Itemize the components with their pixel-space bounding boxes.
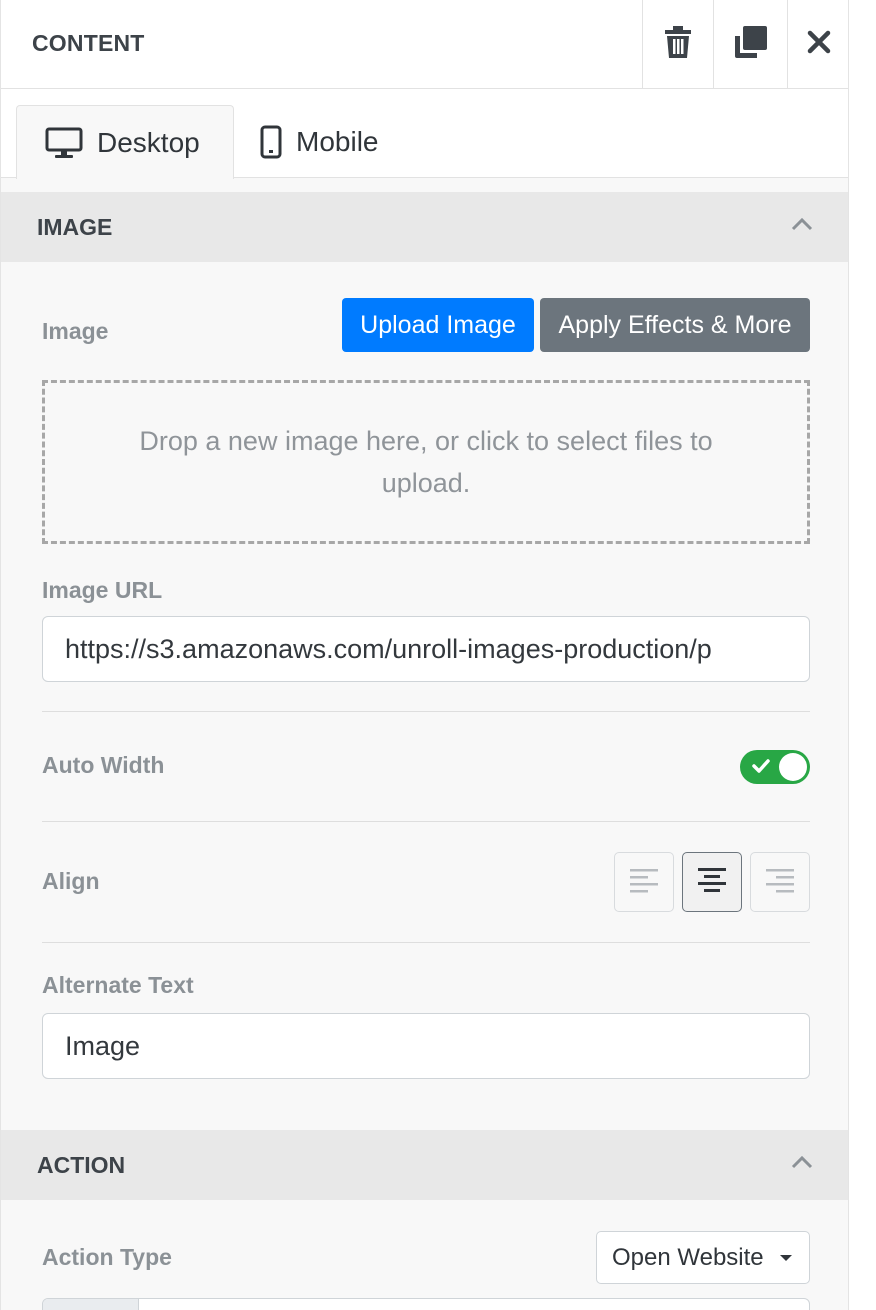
divider xyxy=(42,821,810,822)
apply-effects-button[interactable]: Apply Effects & More xyxy=(540,298,810,352)
trash-icon xyxy=(665,26,691,63)
action-type-select[interactable]: Open Website xyxy=(596,1231,810,1284)
check-icon xyxy=(752,758,770,779)
chevron-up-icon xyxy=(790,216,814,237)
close-icon xyxy=(807,30,831,59)
chevron-up-icon xyxy=(790,1154,814,1175)
panel-header: CONTENT xyxy=(1,0,848,89)
align-right-icon xyxy=(765,866,795,899)
image-section-header[interactable]: IMAGE xyxy=(1,192,848,262)
align-center-button[interactable] xyxy=(682,852,742,912)
toggle-knob xyxy=(779,753,807,781)
device-tabs: Desktop Mobile xyxy=(1,89,848,179)
align-left-icon xyxy=(629,866,659,899)
image-url-label: Image URL xyxy=(42,577,163,603)
image-label: Image xyxy=(42,318,109,344)
duplicate-icon xyxy=(734,26,767,63)
tab-mobile-label: Mobile xyxy=(296,126,379,157)
alternate-text-value: Image xyxy=(65,1030,141,1061)
action-section-title: ACTION xyxy=(37,1151,126,1178)
dropzone-text: Drop a new image here, or click to selec… xyxy=(139,426,713,498)
align-center-icon xyxy=(697,865,727,900)
auto-width-label: Auto Width xyxy=(42,752,165,778)
align-left-button[interactable] xyxy=(614,852,674,912)
caret-down-icon xyxy=(780,1255,792,1261)
divider xyxy=(42,711,810,712)
image-section-title: IMAGE xyxy=(37,213,113,240)
alternate-text-input[interactable]: Image xyxy=(42,1013,810,1079)
action-section-header[interactable]: ACTION xyxy=(1,1130,848,1200)
tab-desktop-label: Desktop xyxy=(97,126,200,158)
action-type-value: Open Website xyxy=(612,1243,764,1271)
upload-image-button[interactable]: Upload Image xyxy=(342,298,534,352)
tab-desktop[interactable]: Desktop xyxy=(16,105,234,179)
image-url-value: https://s3.amazonaws.com/unroll-images-p… xyxy=(65,633,712,664)
close-button[interactable] xyxy=(787,0,848,89)
alternate-text-label: Alternate Text xyxy=(42,972,194,998)
duplicate-button[interactable] xyxy=(713,0,787,89)
delete-button[interactable] xyxy=(642,0,713,89)
align-right-button[interactable] xyxy=(750,852,810,912)
input-prefix xyxy=(43,1299,139,1310)
mobile-icon xyxy=(260,125,282,159)
action-type-label: Action Type xyxy=(42,1244,172,1270)
divider xyxy=(42,942,810,943)
desktop-icon xyxy=(45,127,83,159)
auto-width-toggle[interactable] xyxy=(740,750,810,784)
align-label: Align xyxy=(42,868,100,894)
panel-title: CONTENT xyxy=(32,30,145,56)
content-panel: CONTENT Desktop Mobile IMAGE Image Uploa… xyxy=(0,0,849,1310)
image-dropzone[interactable]: Drop a new image here, or click to selec… xyxy=(42,380,810,544)
action-url-input[interactable] xyxy=(42,1298,810,1310)
image-url-input[interactable]: https://s3.amazonaws.com/unroll-images-p… xyxy=(42,616,810,682)
tab-mobile[interactable]: Mobile xyxy=(260,105,420,179)
